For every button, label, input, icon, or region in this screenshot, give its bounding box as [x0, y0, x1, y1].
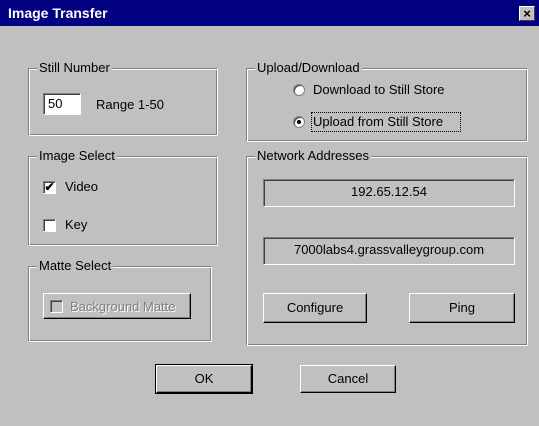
window-title: Image Transfer	[8, 5, 108, 21]
ok-button[interactable]: OK	[155, 364, 253, 394]
key-checkbox[interactable]	[43, 219, 56, 232]
upload-radio[interactable]	[293, 116, 305, 128]
ping-button[interactable]: Ping	[409, 293, 515, 323]
matte-select-group: Matte Select Background Matte	[28, 258, 212, 342]
video-checkbox[interactable]: ✔	[43, 181, 56, 194]
upload-download-legend: Upload/Download	[255, 60, 362, 75]
download-radio[interactable]	[293, 84, 305, 96]
still-number-group: Still Number 50 Range 1-50	[28, 60, 218, 136]
configure-button[interactable]: Configure	[263, 293, 367, 323]
still-number-legend: Still Number	[37, 60, 112, 75]
network-addresses-legend: Network Addresses	[255, 148, 371, 163]
title-bar: Image Transfer ×	[0, 0, 539, 26]
background-matte-checkbox	[50, 300, 63, 313]
upload-label: Upload from Still Store	[313, 114, 444, 129]
background-matte-label: Background Matte	[70, 299, 176, 314]
matte-select-legend: Matte Select	[37, 258, 114, 273]
upload-download-group: Upload/Download Download to Still Store …	[246, 60, 528, 142]
network-addresses-group: Network Addresses 192.65.12.54 7000labs4…	[246, 148, 528, 346]
still-number-input[interactable]: 50	[43, 93, 81, 115]
image-select-legend: Image Select	[37, 148, 117, 163]
video-label: Video	[65, 179, 99, 194]
background-matte-button[interactable]: Background Matte	[43, 293, 191, 319]
image-transfer-dialog: Image Transfer × Still Number 50 Range 1…	[0, 0, 539, 426]
still-number-range-label: Range 1-50	[96, 97, 164, 112]
host-address-field: 7000labs4.grassvalleygroup.com	[263, 237, 515, 265]
close-icon[interactable]: ×	[519, 6, 535, 21]
download-label: Download to Still Store	[313, 82, 445, 97]
key-label: Key	[65, 217, 88, 232]
radio-selected-dot	[297, 120, 301, 124]
ip-address-field: 192.65.12.54	[263, 179, 515, 207]
image-select-group: Image Select ✔ Video Key	[28, 148, 218, 246]
cancel-button[interactable]: Cancel	[300, 365, 396, 393]
